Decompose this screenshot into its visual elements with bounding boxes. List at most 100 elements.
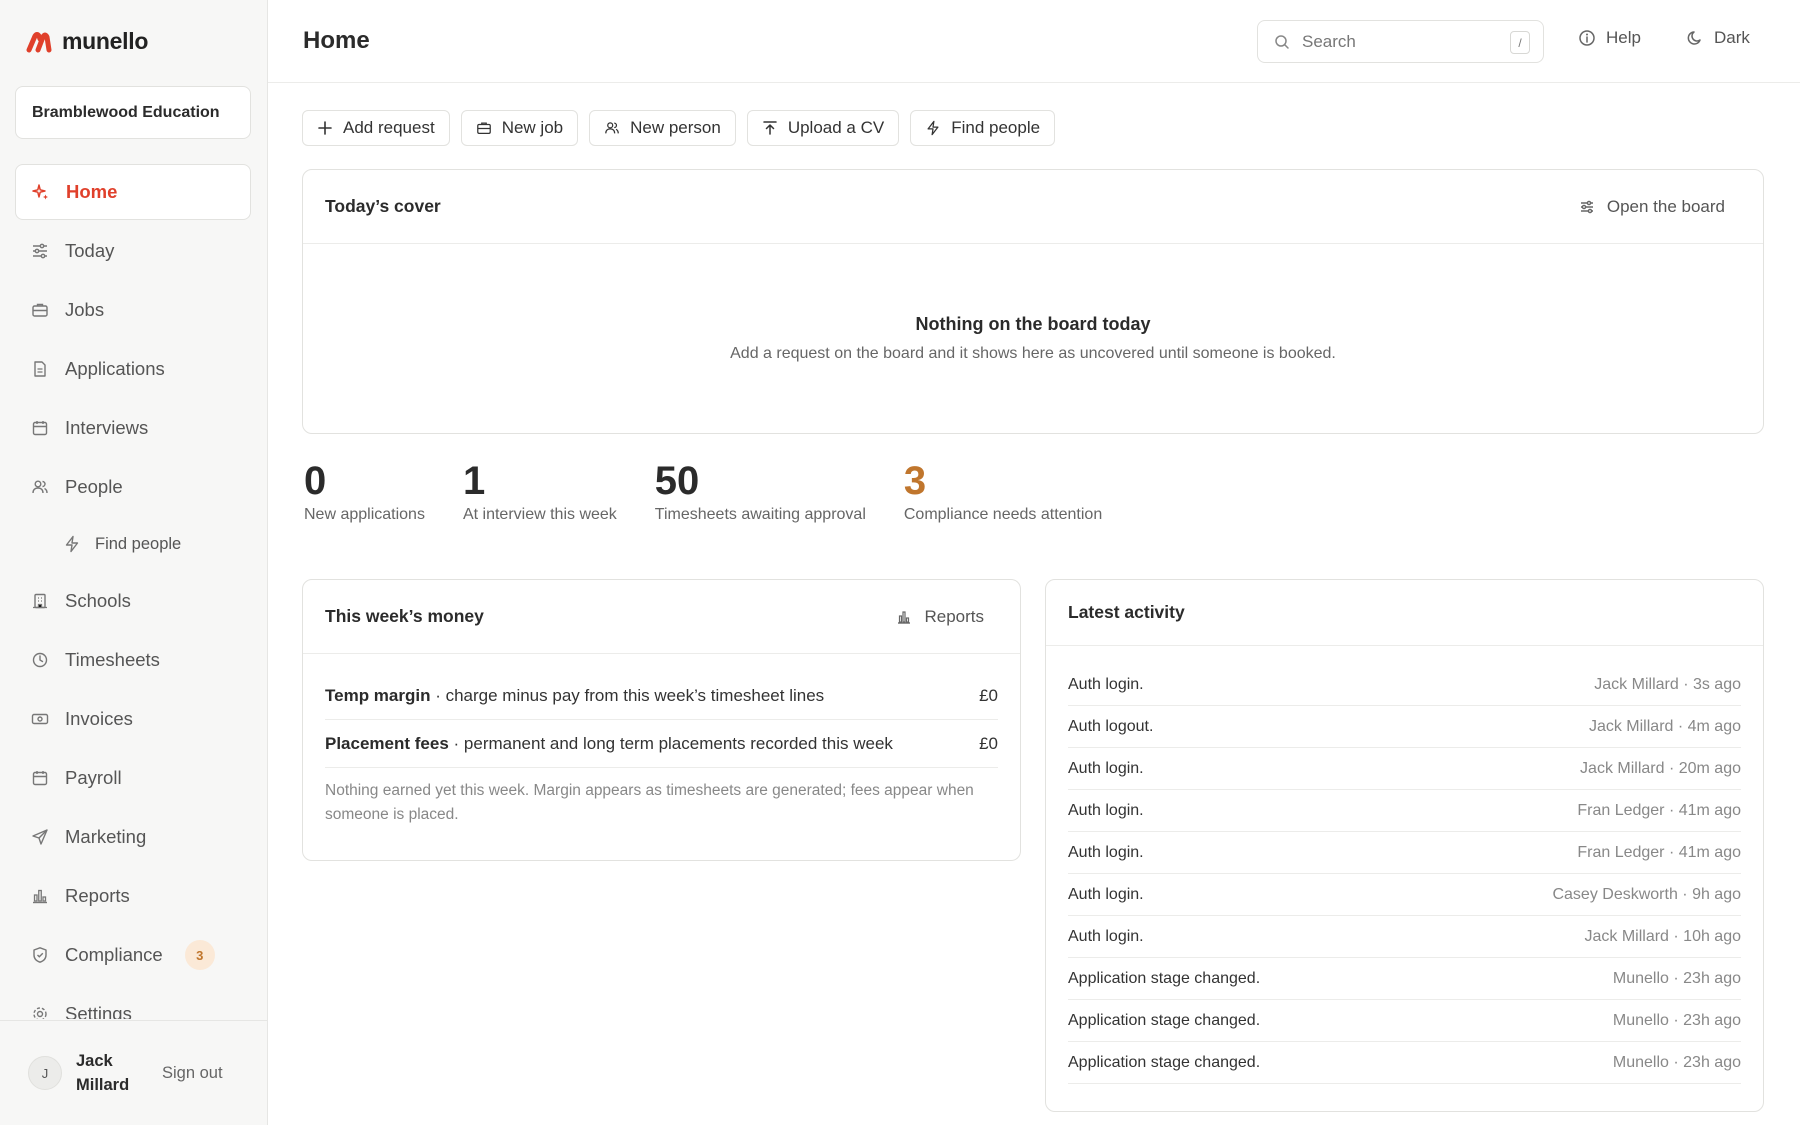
button-label: Upload a CV [787, 118, 885, 137]
sidebar-item-find-people[interactable]: Find people [15, 518, 251, 570]
stat-at-interview-this-week[interactable]: 1 At interview this week [463, 458, 617, 524]
activity-list: Auth login. Jack Millard · 3s ago Auth log… [1046, 646, 1763, 1084]
button-label: New person [630, 118, 721, 137]
calendar-icon [31, 769, 49, 787]
activity-row[interactable]: Auth login. Jack Millard · 10h ago [1068, 916, 1741, 958]
money-row-name: Temp margin [325, 685, 431, 705]
sidebar-item-schools[interactable]: Schools [15, 573, 251, 629]
activity-event: Auth login. [1068, 759, 1144, 777]
new-job-button[interactable]: New job [460, 110, 579, 146]
button-label: Find people [951, 118, 1041, 137]
sidebar-item-applications[interactable]: Applications [15, 341, 251, 397]
search-icon [1275, 34, 1289, 49]
dark-mode-button[interactable]: Dark [1686, 28, 1750, 48]
sidebar-item-label: Compliance [65, 944, 163, 965]
activity-meta: Jack Millard · 3s ago [1594, 675, 1741, 693]
money-row-text: Temp margin · charge minus pay from this… [325, 686, 824, 706]
reports-link[interactable]: Reports [896, 607, 984, 627]
money-row: Temp margin · charge minus pay from this… [325, 672, 998, 720]
activity-row[interactable]: Application stage changed. Munello · 23h … [1068, 1042, 1741, 1084]
sidebar-item-timesheets[interactable]: Timesheets [15, 632, 251, 688]
stat-value: 3 [903, 459, 927, 503]
upload-a-cv-button[interactable]: Upload a CV [746, 110, 900, 146]
search-box[interactable]: / [1257, 20, 1544, 63]
activity-event: Auth login. [1068, 675, 1144, 693]
briefcase-icon [476, 120, 492, 136]
sidebar-item-label: Invoices [65, 708, 133, 729]
stat-compliance-needs-attention[interactable]: 3 Compliance needs attention [904, 458, 1102, 524]
sign-out-button[interactable]: Sign out [162, 1064, 223, 1083]
bolt-icon [925, 120, 941, 136]
sidebar-item-label: Today [65, 240, 115, 261]
page-title: Home [303, 27, 370, 54]
sidebar-item-label: Home [66, 181, 118, 202]
sidebar-item-label: Jobs [65, 299, 105, 320]
sparkle-icon [32, 183, 50, 201]
search-input[interactable] [1302, 31, 1492, 52]
sidebar-item-label: People [65, 476, 123, 497]
bar-chart-icon [31, 887, 49, 905]
sidebar-item-settings[interactable]: Settings [15, 986, 251, 1019]
sidebar-item-compliance[interactable]: Compliance 3 [15, 927, 251, 983]
sidebar-item-people[interactable]: People [15, 459, 251, 515]
find-people-button[interactable]: Find people [910, 110, 1056, 146]
activity-row[interactable]: Auth login. Jack Millard · 3s ago [1068, 664, 1741, 706]
sidebar-item-label: Timesheets [65, 649, 160, 670]
activity-row[interactable]: Auth login. Fran Ledger · 41m ago [1068, 832, 1741, 874]
quick-actions: Add request New job New person Upload a CV F… [302, 110, 1056, 146]
weekly-money-card: This week’s money Reports Temp margin · … [302, 579, 1021, 861]
activity-row[interactable]: Application stage changed. Munello · 23h … [1068, 1000, 1741, 1042]
activity-row[interactable]: Auth login. Jack Millard · 20m ago [1068, 748, 1741, 790]
stat-value: 0 [304, 459, 327, 503]
add-request-button[interactable]: Add request [302, 110, 450, 146]
activity-meta: Munello · 23h ago [1612, 1011, 1741, 1029]
send-icon [31, 828, 49, 846]
activity-meta: Munello · 23h ago [1612, 969, 1741, 987]
card-header: Today’s cover Open the board [303, 170, 1763, 244]
sidebar-item-invoices[interactable]: Invoices [15, 691, 251, 747]
sidebar-item-interviews[interactable]: Interviews [15, 400, 251, 456]
stat-new-applications[interactable]: 0 New applications [304, 458, 425, 524]
brand[interactable]: munello [26, 28, 148, 55]
new-person-button[interactable]: New person [589, 110, 736, 146]
activity-row[interactable]: Auth login. Casey Deskworth · 9h ago [1068, 874, 1741, 916]
money-row-amount: £0 [979, 733, 998, 753]
button-label: New job [501, 118, 564, 137]
sidebar-item-jobs[interactable]: Jobs [15, 282, 251, 338]
sidebar-item-reports[interactable]: Reports [15, 868, 251, 924]
sidebar-item-home[interactable]: Home [15, 164, 251, 220]
briefcase-icon [31, 301, 49, 319]
activity-event: Application stage changed. [1068, 1011, 1261, 1029]
todays-cover-card: Today’s cover Open the board Nothing on … [302, 169, 1764, 434]
activity-meta: Jack Millard · 4m ago [1588, 717, 1741, 735]
avatar[interactable]: J [28, 1056, 62, 1090]
help-button[interactable]: Help [1578, 28, 1641, 48]
money-row-amount: £0 [979, 685, 998, 705]
calendar-icon [31, 419, 49, 437]
activity-event: Application stage changed. [1068, 1053, 1261, 1071]
card-header: Latest activity [1046, 580, 1763, 646]
open-board-link[interactable]: Open the board [1579, 197, 1725, 217]
stat-label: At interview this week [462, 506, 617, 523]
sidebar: munello Bramblewood Education Home Today J… [0, 0, 268, 1125]
brand-name: munello [62, 28, 149, 54]
empty-state-description: Add a request on the board and it shows … [730, 345, 1336, 362]
stats-row: 0 New applications 1 At interview this week… [304, 458, 1140, 524]
munello-logo-icon [26, 31, 52, 52]
button-label: Add request [343, 118, 435, 137]
org-switcher[interactable]: Bramblewood Education [15, 86, 251, 139]
activity-row[interactable]: Auth login. Fran Ledger · 41m ago [1068, 790, 1741, 832]
sidebar-item-marketing[interactable]: Marketing [15, 809, 251, 865]
sidebar-item-today[interactable]: Today [15, 223, 251, 279]
activity-row[interactable]: Auth logout. Jack Millard · 4m ago [1068, 706, 1741, 748]
money-row: Placement fees · permanent and long term… [325, 720, 998, 768]
activity-meta: Fran Ledger · 41m ago [1577, 843, 1741, 861]
stat-timesheets-awaiting-approval[interactable]: 50 Timesheets awaiting approval [655, 458, 866, 524]
banknote-icon [31, 710, 49, 728]
activity-event: Auth login. [1068, 885, 1144, 903]
app: munello Bramblewood Education Home Today J… [0, 0, 1800, 1125]
sidebar-item-payroll[interactable]: Payroll [15, 750, 251, 806]
sidebar-item-label: Schools [65, 590, 131, 611]
stat-value: 50 [654, 459, 700, 503]
activity-row[interactable]: Application stage changed. Munello · 23h … [1068, 958, 1741, 1000]
